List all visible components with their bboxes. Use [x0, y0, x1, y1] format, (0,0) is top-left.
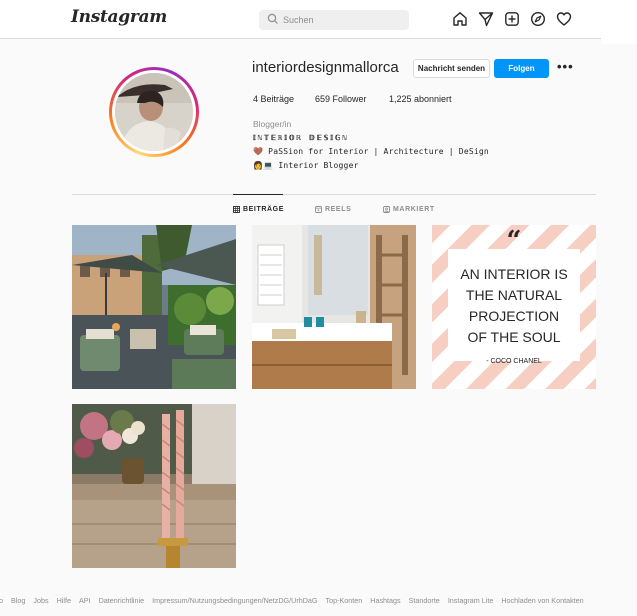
window-corner: [601, 0, 637, 44]
followers-count[interactable]: 659 Follower: [315, 94, 367, 104]
following-count[interactable]: 1,225 abonniert: [389, 94, 452, 104]
tab-label: MARKIERT: [393, 206, 435, 213]
quote-line: PROJECTION: [469, 308, 559, 324]
quote-author: - COCO CHANEL: [486, 358, 542, 365]
quote-mark: “: [507, 226, 522, 256]
footer-link[interactable]: fo: [0, 596, 3, 605]
footer-links: fo Blog Jobs Hilfe API Datenrichtlinie Impress…: [0, 596, 592, 605]
post-thumbnail[interactable]: [252, 225, 416, 389]
quote-line: OF THE SOUL: [467, 329, 560, 345]
quote-line: AN INTERIOR IS: [460, 266, 567, 282]
more-options-icon[interactable]: •••: [557, 59, 574, 74]
post-thumbnail[interactable]: [72, 404, 236, 568]
avatar-photo: [115, 73, 193, 151]
search-input[interactable]: [283, 12, 401, 28]
footer-link[interactable]: Hilfe: [57, 596, 71, 605]
grid-icon: [233, 206, 240, 213]
explore-icon[interactable]: [530, 11, 546, 27]
footer-link[interactable]: Hochladen von Kontakten: [501, 596, 583, 605]
avatar: [115, 73, 193, 151]
instagram-logo[interactable]: Instagram: [71, 7, 167, 27]
search-icon: [267, 13, 278, 24]
post-image-candles: [72, 404, 236, 568]
footer-link[interactable]: Datenrichtlinie: [99, 596, 145, 605]
bio-line: 👩💻 Interior Blogger: [253, 160, 359, 170]
footer-link[interactable]: Impressum/Nutzungsbedingungen/NetzDG/Urh…: [152, 596, 317, 605]
new-post-icon[interactable]: [504, 11, 520, 27]
quote-line: THE NATURAL: [466, 287, 562, 303]
tab-posts[interactable]: BEITRÄGE: [233, 206, 284, 213]
footer-link[interactable]: Standorte: [409, 596, 440, 605]
footer-link[interactable]: Top-Konten: [326, 596, 363, 605]
profile-bio: Blogger/in 𝕀ℕ𝕋𝔼ℝ𝕀𝕆ℝ 𝔻𝔼𝕊𝕀𝔾ℕ 🤎 PaSSion for…: [253, 118, 489, 172]
footer-link[interactable]: API: [79, 596, 91, 605]
top-navigation-bar: Instagram: [0, 0, 637, 44]
tab-label: REELS: [325, 206, 352, 213]
tab-reels[interactable]: REELS: [315, 206, 351, 213]
footer-link[interactable]: Hashtags: [370, 596, 400, 605]
bio-line: 🤎 PaSSion for Interior | Architecture | …: [253, 147, 489, 156]
footer-link[interactable]: Instagram Lite: [448, 596, 494, 605]
post-image-bathroom: [252, 225, 416, 389]
tab-tagged[interactable]: MARKIERT: [383, 206, 435, 213]
profile-username: interiordesignmallorca: [252, 59, 399, 76]
post-image-quote: “ AN INTERIOR IS THE NATURAL PROJECTION …: [432, 225, 596, 389]
follow-button[interactable]: Folgen: [494, 59, 549, 78]
posts-count: 4 Beiträge: [253, 94, 295, 104]
direct-icon[interactable]: [478, 11, 494, 27]
tabs-divider: [72, 194, 596, 195]
send-message-button[interactable]: Nachricht senden: [413, 59, 490, 78]
home-icon[interactable]: [452, 11, 468, 27]
footer-link[interactable]: Blog: [11, 596, 25, 605]
reels-icon: [315, 206, 322, 213]
tagged-icon: [383, 206, 390, 213]
footer-link[interactable]: Jobs: [33, 596, 48, 605]
profile-avatar-story-ring[interactable]: [109, 67, 199, 157]
search-box[interactable]: [259, 10, 409, 30]
tab-label: BEITRÄGE: [243, 206, 284, 213]
post-thumbnail-quote[interactable]: “ AN INTERIOR IS THE NATURAL PROJECTION …: [432, 225, 596, 389]
active-tab-indicator: [233, 194, 283, 195]
profile-category: Blogger/in: [253, 119, 292, 129]
activity-icon[interactable]: [556, 11, 572, 27]
bio-title: 𝕀ℕ𝕋𝔼ℝ𝕀𝕆ℝ 𝔻𝔼𝕊𝕀𝔾ℕ: [253, 133, 349, 142]
post-image-patio: [72, 225, 236, 389]
post-thumbnail[interactable]: [72, 225, 236, 389]
